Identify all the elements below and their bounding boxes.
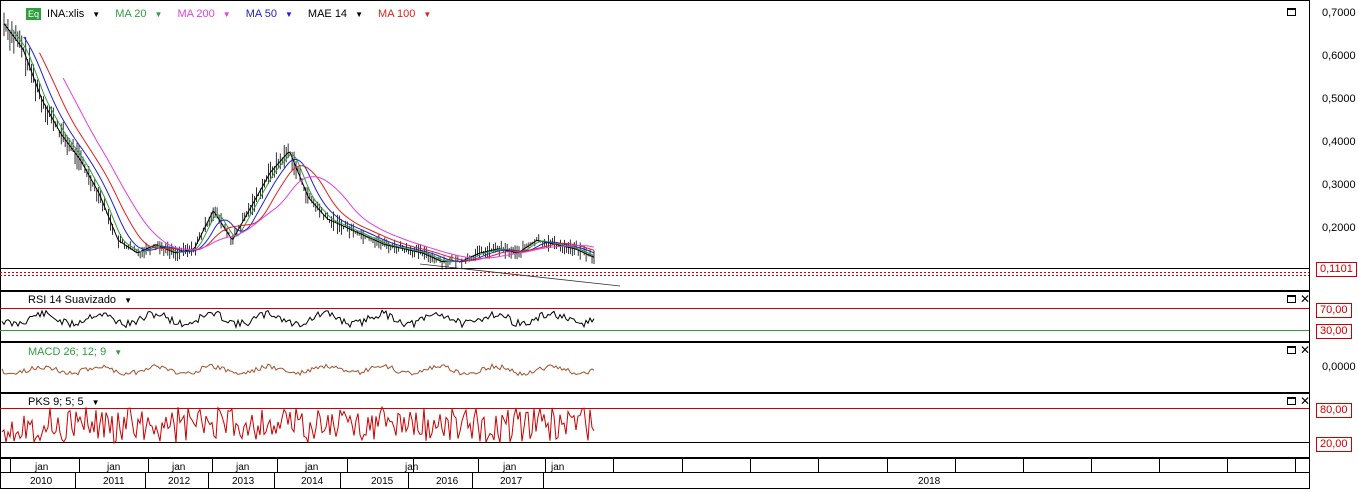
maximize-main-icon[interactable] [1287, 8, 1296, 16]
close-rsi-icon[interactable]: ✕ [1300, 293, 1310, 305]
month-label: jan [405, 462, 419, 473]
month-label: jan [236, 462, 250, 473]
y-tick-label: 0,6000 [1322, 50, 1356, 62]
rsi-lower-level: 30,00 [1316, 324, 1352, 339]
month-label: jan [305, 462, 319, 473]
pks-lower-level: 20,00 [1316, 437, 1352, 452]
dropdown-arrow-icon: ▼ [355, 9, 363, 19]
y-tick-label: 0,4000 [1322, 136, 1356, 148]
rsi-title: RSI 14 Suavizado [28, 294, 117, 306]
macd-legend[interactable]: MACD 26; 12; 9 ▼ [28, 346, 128, 358]
y-tick-label: 0,7000 [1322, 7, 1356, 19]
rsi-panel-frame [0, 291, 1310, 342]
month-label: jan [551, 462, 565, 473]
macd-title: MACD 26; 12; 9 [28, 346, 107, 358]
pks-upper-level: 80,00 [1316, 403, 1352, 418]
pks-title: PKS 9; 5; 5 [28, 396, 84, 408]
dropdown-arrow-icon: ▼ [284, 9, 293, 19]
rsi-line [1, 309, 595, 329]
dropdown-arrow-icon: ▼ [124, 295, 132, 305]
macd-zero-label: 0,0000 [1322, 361, 1356, 373]
month-label: jan [35, 462, 49, 473]
indicator-ma20[interactable]: MA 20 ▼ [115, 8, 168, 20]
year-label: 2014 [301, 476, 324, 487]
main-legend: Eq INA:xlis ▼ MA 20 ▼ MA 200 ▼ MA 50 ▼ MAE 14… [26, 8, 443, 20]
pks-line [1, 405, 595, 444]
equity-badge: Eq [26, 8, 42, 20]
year-label: 2016 [436, 476, 459, 487]
price-series-line [3, 23, 595, 262]
maximize-pks-icon[interactable] [1287, 397, 1296, 405]
x-axis-frame [0, 458, 1310, 489]
close-pks-icon[interactable]: ✕ [1300, 395, 1310, 407]
dropdown-arrow-icon: ▼ [114, 347, 123, 357]
indicator-ma50[interactable]: MA 50 ▼ [246, 8, 299, 20]
pks-panel-frame [0, 393, 1310, 458]
pks-legend[interactable]: PKS 9; 5; 5 ▼ [28, 396, 106, 408]
month-label: jan [503, 462, 517, 473]
last-price-label: 0,1101 [1316, 262, 1357, 277]
chart-area [0, 0, 1310, 489]
y-tick-label: 0,3000 [1322, 179, 1356, 191]
dropdown-arrow-icon: ▼ [423, 9, 432, 19]
dropdown-arrow-icon: ▼ [92, 9, 101, 19]
macd-panel-frame [0, 342, 1310, 393]
dropdown-arrow-icon: ▼ [222, 9, 231, 19]
month-label: jan [107, 462, 121, 473]
maximize-macd-icon[interactable] [1287, 346, 1296, 354]
year-label: 2017 [500, 476, 523, 487]
rsi-legend[interactable]: RSI 14 Suavizado ▼ [28, 294, 138, 306]
symbol-label: INA:xlis [47, 8, 85, 20]
year-label: 2011 [103, 476, 125, 487]
indicator-ma200[interactable]: MA 200 ▼ [177, 8, 236, 20]
year-label: 2010 [30, 476, 53, 487]
close-macd-icon[interactable]: ✕ [1300, 344, 1310, 356]
symbol-selector[interactable]: Eq INA:xlis ▼ [26, 8, 106, 20]
year-label: 2013 [232, 476, 255, 487]
indicator-mae14[interactable]: MAE 14 ▼ [308, 8, 369, 20]
year-label: 2012 [168, 476, 191, 487]
month-label: jan [172, 462, 186, 473]
macd-line [1, 362, 595, 377]
year-label: 2018 [918, 476, 941, 487]
y-tick-label: 0,5000 [1322, 93, 1356, 105]
dropdown-arrow-icon: ▼ [154, 9, 163, 19]
rsi-upper-level: 70,00 [1316, 303, 1352, 318]
dropdown-arrow-icon: ▼ [91, 397, 100, 407]
main-panel-frame [0, 0, 1310, 291]
ma100-line [39, 52, 595, 261]
indicator-ma100[interactable]: MA 100 ▼ [378, 8, 437, 20]
maximize-rsi-icon[interactable] [1287, 295, 1296, 303]
ma200-line [62, 77, 595, 259]
ma50-line [23, 36, 595, 262]
y-tick-label: 0,2000 [1322, 222, 1356, 234]
year-label: 2015 [371, 476, 394, 487]
